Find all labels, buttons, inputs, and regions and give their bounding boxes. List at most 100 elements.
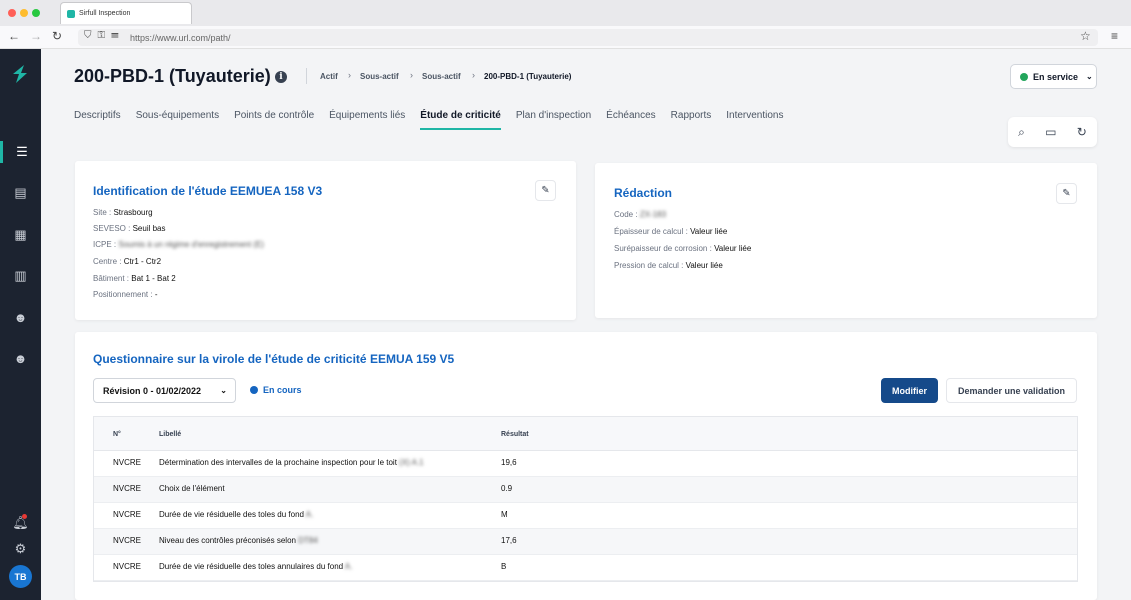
table-row[interactable]: NVCRE Durée de vie résiduelle des toles …	[94, 555, 1077, 581]
row-number: NVCRE	[113, 536, 142, 545]
divider	[306, 68, 307, 84]
row-label: Durée de vie résiduelle des toles du fon…	[159, 510, 314, 519]
url-text: https://www.url.com/path/	[130, 32, 231, 43]
browser-tabstrip: Sirfull Inspection	[0, 0, 1131, 26]
status-dot-icon	[250, 386, 258, 394]
security-shield-icon[interactable]: ⛉⚿☰	[84, 30, 125, 41]
sidebar-item-calendar[interactable]: ▦	[0, 224, 41, 246]
status-badge-label: En cours	[263, 385, 302, 395]
row-number: NVCRE	[113, 562, 142, 571]
field-centre: Centre : Ctr1 - Ctr2	[93, 257, 162, 266]
table-row[interactable]: NVCRE Choix de l'élément 0.9	[94, 477, 1077, 503]
chevron-right-icon: ›	[472, 70, 475, 80]
sidebar-item-documents[interactable]: ▤	[0, 182, 41, 204]
edit-redaction-button[interactable]: ✎	[1056, 183, 1077, 204]
tab-sous-equipements[interactable]: Sous-équipements	[136, 110, 219, 130]
field-code: Code : ZX-183	[614, 210, 667, 219]
results-table: N° Libellé Résultat NVCRE Détermination …	[93, 416, 1078, 582]
tab-echeances[interactable]: Échéances	[606, 110, 655, 130]
field-pression: Pression de calcul : Valeur liée	[614, 261, 723, 270]
sidebar-item-face-1[interactable]: ☻	[0, 306, 41, 328]
smiley-icon: ☻	[13, 309, 28, 325]
breadcrumb-item[interactable]: Sous-actif	[360, 72, 399, 81]
field-icpe: ICPE : Soumis à un régime d'enregistreme…	[93, 240, 264, 249]
pencil-icon: ✎	[541, 185, 550, 196]
tab-rapports[interactable]: Rapports	[671, 110, 712, 130]
breadcrumb-item[interactable]: Actif	[320, 72, 338, 81]
sidebar-item-face-2[interactable]: ☻	[0, 347, 41, 369]
table-row[interactable]: NVCRE Détermination des intervalles de l…	[94, 451, 1077, 477]
row-label: Durée de vie résiduelle des toles annula…	[159, 562, 353, 571]
settings-button[interactable]: ⚙	[0, 538, 41, 560]
close-window-icon[interactable]	[8, 9, 16, 17]
chevron-right-icon: ›	[348, 70, 351, 80]
tab-points-de-controle[interactable]: Points de contrôle	[234, 110, 314, 130]
app-favicon-icon	[67, 9, 75, 18]
row-result: B	[501, 562, 507, 571]
row-label: Niveau des contrôles préconisés selon DT…	[159, 536, 318, 545]
app-logo-icon[interactable]	[9, 63, 31, 85]
modify-button[interactable]: Modifier	[881, 378, 938, 403]
toolbar: ⌕ ▭ ↻	[1008, 117, 1097, 147]
bookmark-star-icon[interactable]: ☆	[1080, 29, 1091, 43]
browser-toolbar: ← → ↻ https://www.url.com/path/ ⛉⚿☰ ☆ ≡	[0, 26, 1131, 49]
sidebar-item-list[interactable]: ☰	[0, 141, 41, 163]
redaction-card: Rédaction ✎ Code : ZX-183 Épaisseur de c…	[595, 163, 1097, 318]
row-result: M	[501, 510, 508, 519]
app-sidebar: ☰ ▤ ▦ ▥ ☻ ☻ 🔔︎ ⚙ TB	[0, 49, 41, 600]
back-arrow-icon[interactable]: ←	[8, 29, 20, 43]
tab-etude-de-criticite[interactable]: Étude de criticité	[420, 110, 501, 130]
field-epaisseur: Épaisseur de calcul : Valeur liée	[614, 227, 728, 236]
browser-menu-icon[interactable]: ≡	[1111, 29, 1118, 43]
reload-icon[interactable]: ↻	[52, 29, 62, 43]
status-badge: En cours	[250, 385, 302, 395]
sidebar-item-book[interactable]: ▥	[0, 265, 41, 287]
maximize-window-icon[interactable]	[32, 9, 40, 17]
gear-icon: ⚙	[14, 541, 27, 556]
breadcrumb-item[interactable]: Sous-actif	[422, 72, 461, 81]
redaction-title: Rédaction	[614, 186, 673, 200]
info-icon[interactable]: i	[275, 71, 287, 83]
identification-card: Identification de l'étude EEMUEA 158 V3 …	[75, 161, 576, 320]
chevron-down-icon: ⌄	[1086, 72, 1093, 81]
page-title: 200-PBD-1 (Tuyauterie)	[74, 66, 271, 86]
request-validation-button[interactable]: Demander une validation	[946, 378, 1077, 403]
folder-icon[interactable]: ▭	[1045, 125, 1056, 139]
status-label: En service	[1033, 71, 1079, 82]
forward-arrow-icon[interactable]: →	[30, 29, 42, 43]
field-batiment: Bâtiment : Bat 1 - Bat 2	[93, 274, 176, 283]
smiley-icon: ☻	[13, 350, 28, 366]
url-bar[interactable]: https://www.url.com/path/	[78, 29, 1098, 46]
browser-tab[interactable]: Sirfull Inspection	[60, 2, 192, 24]
edit-identification-button[interactable]: ✎	[535, 180, 556, 201]
tab-plan-inspection[interactable]: Plan d'inspection	[516, 110, 591, 130]
row-number: NVCRE	[113, 458, 142, 467]
search-icon[interactable]: ⌕	[1018, 125, 1025, 140]
tab-interventions[interactable]: Interventions	[726, 110, 783, 130]
tab-equipements-lies[interactable]: Équipements liés	[329, 110, 405, 130]
table-body: NVCRE Détermination des intervalles de l…	[94, 451, 1077, 581]
notifications-button[interactable]: 🔔︎	[0, 512, 41, 534]
refresh-icon[interactable]: ↻	[1077, 125, 1087, 139]
status-dropdown[interactable]: En service ⌄	[1010, 64, 1097, 89]
row-result: 17,6	[501, 536, 517, 545]
revision-value: Révision 0 - 01/02/2022	[103, 385, 202, 396]
row-result: 0.9	[501, 484, 513, 493]
row-label: Détermination des intervalles de la proc…	[159, 458, 424, 467]
table-row[interactable]: NVCRE Durée de vie résiduelle des toles …	[94, 503, 1077, 529]
status-dot-icon	[1020, 72, 1028, 81]
row-number: NVCRE	[113, 510, 142, 519]
column-header-number: N°	[113, 431, 121, 438]
table-row[interactable]: NVCRE Niveau des contrôles préconisés se…	[94, 529, 1077, 555]
revision-select[interactable]: Révision 0 - 01/02/2022 ⌄	[93, 378, 236, 403]
chevron-down-icon: ⌄	[220, 386, 227, 395]
avatar[interactable]: TB	[9, 565, 32, 588]
field-site: Site : Strasbourg	[93, 208, 153, 217]
chevron-right-icon: ›	[410, 70, 413, 80]
tab-descriptifs[interactable]: Descriptifs	[74, 110, 121, 130]
calendar-icon: ▦	[14, 227, 27, 242]
field-seveso: SEVESO : Seuil bas	[93, 224, 166, 233]
book-icon: ▥	[14, 268, 27, 283]
minimize-window-icon[interactable]	[20, 9, 28, 17]
pencil-icon: ✎	[1062, 188, 1071, 199]
